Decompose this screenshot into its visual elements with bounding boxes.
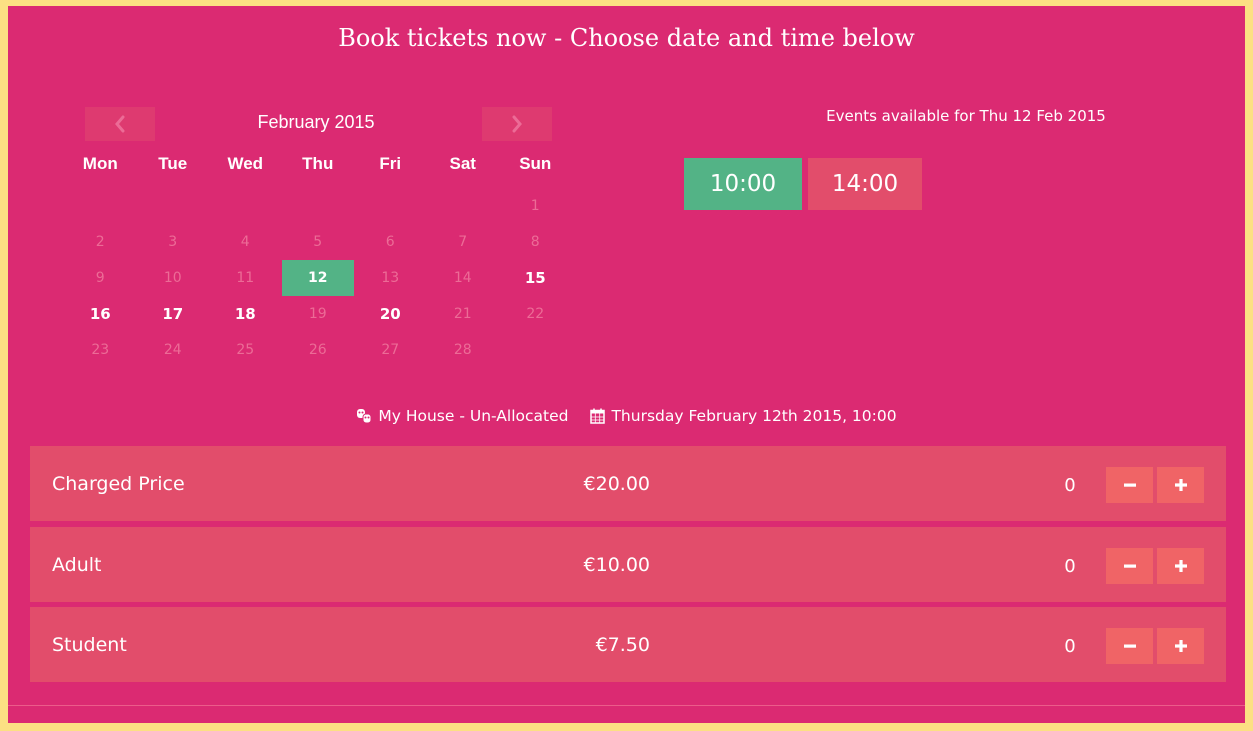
next-month-button[interactable] bbox=[482, 107, 552, 141]
decrease-quantity-button[interactable] bbox=[1106, 467, 1153, 503]
calendar-day: 26 bbox=[308, 342, 327, 358]
calendar-day[interactable]: 18 bbox=[209, 296, 282, 332]
calendar-day: 13 bbox=[381, 270, 400, 286]
plus-icon bbox=[1174, 640, 1187, 652]
price-row: Adult €10.00 0 bbox=[30, 527, 1226, 602]
calendar-day: 5 bbox=[313, 234, 323, 250]
weekday-header: Tue bbox=[158, 154, 188, 173]
calendar-day: 10 bbox=[163, 270, 182, 286]
calendar-blank bbox=[282, 188, 355, 224]
calendar-day: 19 bbox=[308, 306, 327, 322]
calendar-day: 28 bbox=[453, 342, 472, 358]
calendar-icon bbox=[590, 408, 606, 424]
venue-name: My House - Un-Allocated bbox=[378, 407, 569, 425]
event-datetime: Thursday February 12th 2015, 10:00 bbox=[611, 407, 897, 425]
calendar-day: 7 bbox=[458, 234, 468, 250]
price-label: Student bbox=[52, 633, 127, 656]
calendar-blank bbox=[427, 188, 500, 224]
divider bbox=[8, 705, 1245, 706]
calendar-blank bbox=[354, 188, 427, 224]
calendar-day: 3 bbox=[168, 234, 178, 250]
calendar-day[interactable]: 16 bbox=[64, 296, 137, 332]
calendar-day: 8 bbox=[530, 234, 540, 250]
weekday-header: Mon bbox=[82, 154, 118, 173]
price-amount: €20.00 bbox=[583, 472, 650, 495]
calendar-day: 22 bbox=[526, 306, 545, 322]
calendar-day: 23 bbox=[91, 342, 110, 358]
theater-masks-icon bbox=[357, 409, 372, 424]
calendar-day: 11 bbox=[236, 270, 255, 286]
calendar-day: 6 bbox=[385, 234, 395, 250]
calendar-blank bbox=[64, 188, 137, 224]
calendar-day: 9 bbox=[95, 270, 105, 286]
previous-month-button[interactable] bbox=[85, 107, 155, 141]
weekday-header: Wed bbox=[227, 154, 264, 173]
quantity-value: 0 bbox=[1064, 474, 1076, 496]
decrease-quantity-button[interactable] bbox=[1106, 628, 1153, 664]
price-amount: €10.00 bbox=[583, 553, 650, 576]
calendar-day[interactable]: 20 bbox=[354, 296, 427, 332]
increase-quantity-button[interactable] bbox=[1157, 467, 1204, 503]
minus-icon bbox=[1123, 483, 1136, 487]
calendar-day: 2 bbox=[95, 234, 105, 250]
chevron-left-icon bbox=[115, 115, 125, 133]
minus-icon bbox=[1123, 564, 1136, 568]
chevron-right-icon bbox=[512, 115, 522, 133]
calendar-day[interactable]: 12 bbox=[281, 260, 354, 296]
quantity-value: 0 bbox=[1064, 635, 1076, 657]
decrease-quantity-button[interactable] bbox=[1106, 548, 1153, 584]
calendar-day: 21 bbox=[453, 306, 472, 322]
weekday-header: Sun bbox=[519, 154, 552, 173]
page-title: Book tickets now - Choose date and time … bbox=[338, 24, 915, 52]
calendar-day[interactable]: 15 bbox=[499, 260, 572, 296]
calendar-blank bbox=[137, 188, 210, 224]
increase-quantity-button[interactable] bbox=[1157, 548, 1204, 584]
time-slot-button[interactable]: 14:00 bbox=[808, 158, 922, 210]
calendar-day: 25 bbox=[236, 342, 255, 358]
time-slot-button[interactable]: 10:00 bbox=[684, 158, 802, 210]
plus-icon bbox=[1174, 560, 1187, 572]
calendar-day: 24 bbox=[163, 342, 182, 358]
calendar-day: 1 bbox=[530, 198, 540, 214]
calendar-month-label: February 2015 bbox=[257, 112, 375, 132]
events-heading: Events available for Thu 12 Feb 2015 bbox=[826, 107, 1106, 125]
price-label: Charged Price bbox=[52, 472, 185, 495]
price-row: Charged Price €20.00 0 bbox=[30, 446, 1226, 521]
calendar-day[interactable]: 17 bbox=[137, 296, 210, 332]
event-summary: My House - Un-Allocated Thursday Februar… bbox=[8, 407, 1245, 425]
weekday-header: Fri bbox=[379, 154, 402, 173]
calendar-blank bbox=[209, 188, 282, 224]
calendar-day: 27 bbox=[381, 342, 400, 358]
calendar-grid: Mon Tue Wed Thu Fri Sat Sun 1 2 3 4 5 6 7 8 9 10 11 12 13 14… bbox=[64, 152, 572, 368]
calendar-day: 14 bbox=[453, 270, 472, 286]
weekday-header: Sat bbox=[449, 154, 476, 173]
price-label: Adult bbox=[52, 553, 102, 576]
booking-widget: Book tickets now - Choose date and time … bbox=[8, 6, 1245, 723]
increase-quantity-button[interactable] bbox=[1157, 628, 1204, 664]
plus-icon bbox=[1174, 479, 1187, 491]
price-amount: €7.50 bbox=[595, 633, 650, 656]
weekday-header: Thu bbox=[302, 154, 334, 173]
minus-icon bbox=[1123, 644, 1136, 648]
price-row: Student €7.50 0 bbox=[30, 607, 1226, 682]
calendar-day: 4 bbox=[240, 234, 250, 250]
quantity-value: 0 bbox=[1064, 555, 1076, 577]
